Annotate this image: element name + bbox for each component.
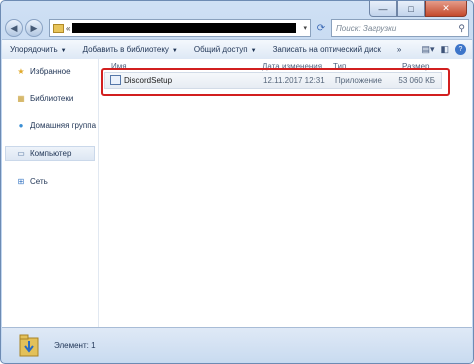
homegroup-icon: ●: [18, 121, 24, 130]
sidebar-item-label: Домашняя группа: [30, 121, 97, 130]
refresh-button[interactable]: ⟳: [313, 20, 329, 36]
search-placeholder: Поиск: Загрузки: [336, 23, 397, 33]
command-bar: Упорядочить ▼ Добавить в библиотеку ▼ Общи…: [2, 39, 472, 60]
window-controls: — □ ✕: [369, 1, 467, 17]
item-count: Элемент: 1: [54, 340, 96, 350]
help-icon[interactable]: ?: [455, 44, 466, 55]
search-icon: ⚲: [458, 22, 465, 33]
minimize-button[interactable]: —: [369, 1, 397, 17]
sidebar-item-libraries[interactable]: ▦ Библиотеки: [2, 92, 98, 105]
add-to-library-label: Добавить в библиотеку: [82, 45, 169, 54]
folder-icon: [53, 23, 64, 33]
content-area: ★ Избранное ▦ Библиотеки ● Домашняя груп…: [2, 59, 472, 327]
search-input[interactable]: Поиск: Загрузки ⚲: [331, 19, 469, 37]
sidebar-item-label: Компьютер: [30, 149, 72, 158]
chevron-down-icon: ▼: [171, 48, 178, 54]
view-options-icon[interactable]: ▤▾: [421, 44, 434, 55]
chevron-down-icon: ▼: [60, 48, 67, 54]
share-label: Общий доступ: [193, 45, 248, 54]
refresh-icon: ⟳: [316, 22, 326, 34]
chevron-down-icon: ▼: [250, 48, 257, 54]
sidebar-item-label: Библиотеки: [30, 94, 74, 103]
file-list: Имя Дата изменения Тип Размер DiscordSet…: [99, 59, 472, 327]
star-icon: ★: [17, 67, 25, 76]
forward-arrow-icon: ▶: [30, 22, 38, 33]
share-button[interactable]: Общий доступ ▼: [186, 45, 265, 54]
breadcrumb-overflow[interactable]: «: [66, 24, 70, 33]
burn-button[interactable]: Записать на оптический диск: [265, 45, 389, 54]
folder-download-icon: [19, 334, 39, 357]
sidebar-item-homegroup[interactable]: ● Домашняя группа: [2, 119, 98, 132]
close-button[interactable]: ✕: [425, 1, 467, 17]
computer-icon: ▭: [17, 149, 25, 158]
address-dropdown-icon[interactable]: ▾: [303, 24, 307, 32]
more-commands-button[interactable]: »: [389, 45, 409, 54]
address-field[interactable]: « ▾: [49, 19, 311, 37]
sidebar-item-label: Избранное: [30, 67, 71, 76]
forward-button[interactable]: ▶: [25, 19, 43, 37]
add-to-library-button[interactable]: Добавить в библиотеку ▼: [75, 45, 186, 54]
organize-button[interactable]: Упорядочить ▼: [2, 45, 75, 54]
details-pane: Элемент: 1: [2, 327, 472, 362]
sidebar-item-label: Сеть: [30, 177, 48, 186]
back-button[interactable]: ◀: [5, 19, 23, 37]
library-icon: ▦: [17, 94, 25, 103]
back-arrow-icon: ◀: [10, 22, 18, 33]
maximize-button[interactable]: □: [397, 1, 425, 17]
view-controls: ▤▾ ◧ ?: [421, 44, 466, 55]
network-icon: ⊞: [17, 177, 25, 186]
explorer-window: — □ ✕ ◀ ▶ « ▾ ⟳ Поиск: Загрузки ⚲ Упоряд…: [0, 0, 474, 364]
preview-pane-icon[interactable]: ◧: [440, 44, 449, 55]
organize-label: Упорядочить: [10, 45, 58, 54]
highlight-annotation: [101, 68, 450, 96]
redacted-path: [72, 23, 296, 33]
sidebar-item-favorites[interactable]: ★ Избранное: [2, 65, 98, 78]
sidebar-item-computer[interactable]: ▭ Компьютер: [5, 146, 95, 161]
navigation-pane: ★ Избранное ▦ Библиотеки ● Домашняя груп…: [2, 59, 99, 327]
address-bar-row: ◀ ▶ « ▾ ⟳ Поиск: Загрузки ⚲: [5, 19, 469, 37]
sidebar-item-network[interactable]: ⊞ Сеть: [2, 175, 98, 188]
